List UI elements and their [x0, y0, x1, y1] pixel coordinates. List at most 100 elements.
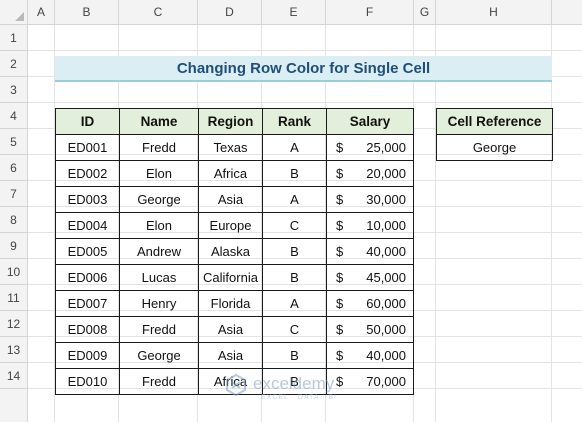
row-header-10[interactable]: 10: [0, 259, 28, 285]
row-header-12[interactable]: 12: [0, 311, 28, 337]
cell-salary[interactable]: $50,000: [326, 316, 414, 343]
header-id[interactable]: ID: [55, 108, 120, 135]
row-header-3[interactable]: 3: [0, 77, 28, 103]
currency-symbol: $: [336, 322, 344, 337]
employee-table: ID Name Region Rank Salary ED001 Fredd Tex…: [55, 108, 414, 395]
cell-region[interactable]: Alaska: [198, 238, 263, 265]
cell-rank[interactable]: A: [262, 134, 327, 161]
cell-name[interactable]: George: [119, 342, 199, 369]
spreadsheet: A B C D E F G H 1 2 3 4 5 6 7 8 9 10 11 …: [0, 0, 582, 422]
cell-salary[interactable]: $45,000: [326, 264, 414, 291]
cell-region[interactable]: Asia: [198, 316, 263, 343]
cell-region[interactable]: Asia: [198, 186, 263, 213]
table-row: ED008 Fredd Asia C $50,000: [55, 316, 414, 343]
row-header-13[interactable]: 13: [0, 337, 28, 363]
column-header-d[interactable]: D: [198, 0, 262, 25]
cell-region[interactable]: Africa: [198, 160, 263, 187]
sheet-title[interactable]: Changing Row Color for Single Cell: [55, 56, 552, 82]
table-row: ED006 Lucas California B $45,000: [55, 264, 414, 291]
table-row: ED002 Elon Africa B $20,000: [55, 160, 414, 187]
column-header-e[interactable]: E: [262, 0, 326, 25]
cell-rank[interactable]: C: [262, 212, 327, 239]
cell-salary[interactable]: $60,000: [326, 290, 414, 317]
cell-region[interactable]: Texas: [198, 134, 263, 161]
cell-name[interactable]: Lucas: [119, 264, 199, 291]
table-row: ED007 Henry Florida A $60,000: [55, 290, 414, 317]
cell-name[interactable]: Elon: [119, 212, 199, 239]
cell-name[interactable]: Fredd: [119, 368, 199, 395]
cell-id[interactable]: ED007: [55, 290, 120, 317]
cell-id[interactable]: ED004: [55, 212, 120, 239]
column-header-b[interactable]: B: [55, 0, 119, 25]
cell-id[interactable]: ED003: [55, 186, 120, 213]
cell-rank[interactable]: A: [262, 186, 327, 213]
cell-region[interactable]: California: [198, 264, 263, 291]
cell-salary[interactable]: $30,000: [326, 186, 414, 213]
cell-rank[interactable]: B: [262, 342, 327, 369]
salary-amount: 45,000: [366, 270, 406, 285]
row-header-8[interactable]: 8: [0, 207, 28, 233]
row-header-2[interactable]: 2: [0, 51, 28, 77]
cell-name[interactable]: Fredd: [119, 316, 199, 343]
cell-name[interactable]: Andrew: [119, 238, 199, 265]
cell-region[interactable]: Florida: [198, 290, 263, 317]
cell-id[interactable]: ED006: [55, 264, 120, 291]
row-header-15[interactable]: [0, 389, 28, 422]
cell-rank[interactable]: C: [262, 316, 327, 343]
cell-id[interactable]: ED001: [55, 134, 120, 161]
cell-reference-header[interactable]: Cell Reference: [436, 108, 553, 135]
currency-symbol: $: [336, 270, 344, 285]
cell-name[interactable]: Henry: [119, 290, 199, 317]
header-region[interactable]: Region: [198, 108, 263, 135]
cell-name[interactable]: Elon: [119, 160, 199, 187]
cell-salary[interactable]: $20,000: [326, 160, 414, 187]
row-header-11[interactable]: 11: [0, 285, 28, 311]
cell-id[interactable]: ED010: [55, 368, 120, 395]
row-header-9[interactable]: 9: [0, 233, 28, 259]
column-header-c[interactable]: C: [119, 0, 198, 25]
currency-symbol: $: [336, 244, 344, 259]
watermark-name: exceldemy: [253, 374, 335, 393]
cell-name[interactable]: George: [119, 186, 199, 213]
row-header-7[interactable]: 7: [0, 181, 28, 207]
cell-salary[interactable]: $10,000: [326, 212, 414, 239]
cell-salary[interactable]: $40,000: [326, 238, 414, 265]
cell-id[interactable]: ED009: [55, 342, 120, 369]
cell-id[interactable]: ED008: [55, 316, 120, 343]
cell-rank[interactable]: A: [262, 290, 327, 317]
cell-rank[interactable]: B: [262, 160, 327, 187]
column-header-i[interactable]: [552, 0, 582, 25]
salary-amount: 60,000: [366, 296, 406, 311]
salary-amount: 50,000: [366, 322, 406, 337]
header-salary[interactable]: Salary: [326, 108, 414, 135]
row-header-14[interactable]: 14: [0, 363, 28, 389]
header-name[interactable]: Name: [119, 108, 199, 135]
table-row: ED009 George Asia B $40,000: [55, 342, 414, 369]
currency-symbol: $: [336, 218, 344, 233]
table-row: ED003 George Asia A $30,000: [55, 186, 414, 213]
cell-rank[interactable]: B: [262, 238, 327, 265]
table-body: ED001 Fredd Texas A $25,000 ED002 Elon Africa B $…: [55, 134, 414, 395]
row-header-5[interactable]: 5: [0, 129, 28, 155]
column-header-h[interactable]: H: [436, 0, 552, 25]
row-header-4[interactable]: 4: [0, 103, 28, 129]
header-rank[interactable]: Rank: [262, 108, 327, 135]
cell-region[interactable]: Asia: [198, 342, 263, 369]
cell-reference-table: Cell Reference George: [436, 108, 553, 161]
column-header-f[interactable]: F: [326, 0, 414, 25]
column-header-a[interactable]: A: [28, 0, 55, 25]
cell-name[interactable]: Fredd: [119, 134, 199, 161]
cell-salary[interactable]: $25,000: [326, 134, 414, 161]
column-header-g[interactable]: G: [414, 0, 436, 25]
cell-rank[interactable]: B: [262, 264, 327, 291]
cell-salary[interactable]: $40,000: [326, 342, 414, 369]
row-header-6[interactable]: 6: [0, 155, 28, 181]
salary-amount: 10,000: [366, 218, 406, 233]
select-all-corner[interactable]: [0, 0, 28, 25]
cell-id[interactable]: ED005: [55, 238, 120, 265]
row-header-1[interactable]: 1: [0, 25, 28, 51]
cell-id[interactable]: ED002: [55, 160, 120, 187]
cell-region[interactable]: Europe: [198, 212, 263, 239]
currency-symbol: $: [336, 348, 344, 363]
cell-reference-value[interactable]: George: [436, 134, 553, 161]
